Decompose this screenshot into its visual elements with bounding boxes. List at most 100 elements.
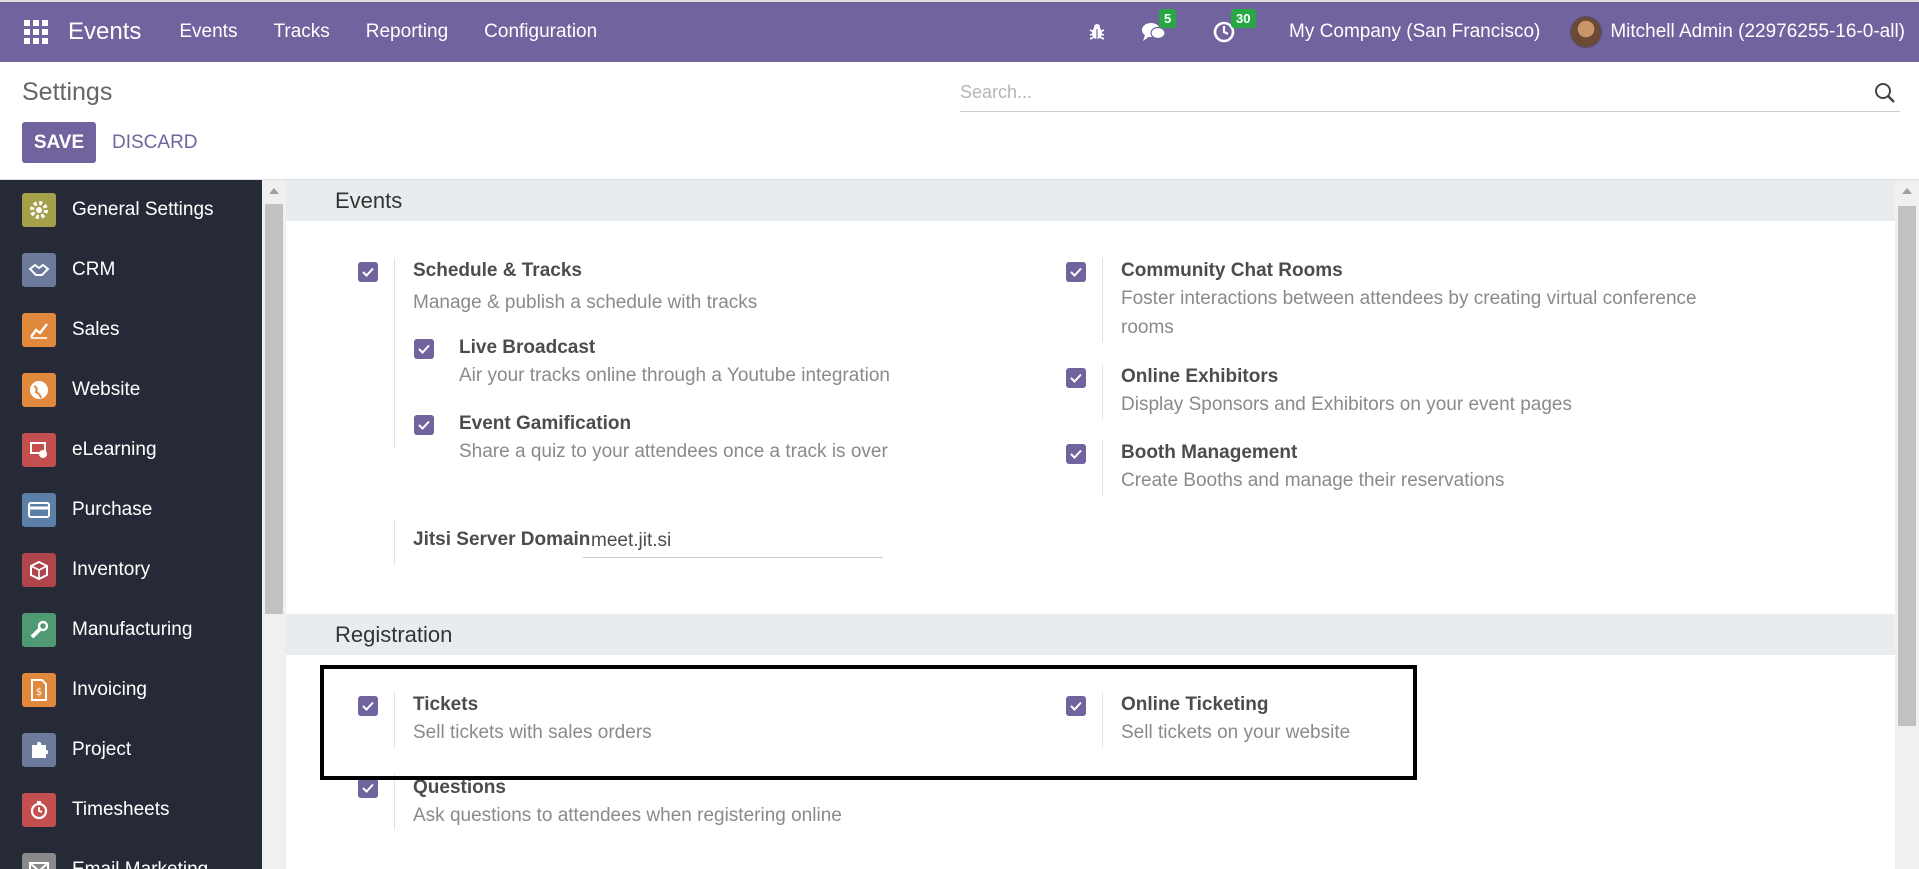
sidebar-item-label: Timesheets <box>72 799 170 820</box>
gear-icon <box>22 193 56 227</box>
sidebar-item-sales[interactable]: Sales <box>0 300 262 360</box>
content-scrollbar[interactable] <box>1895 180 1919 869</box>
highlight-box <box>320 665 1417 780</box>
elearning-icon <box>22 433 56 467</box>
search-bar <box>960 76 1900 112</box>
top-navbar: Events Events Tracks Reporting Configura… <box>0 0 1919 62</box>
messages-count-badge: 5 <box>1159 9 1177 28</box>
user-menu[interactable]: Mitchell Admin (22976255-16-0-all) <box>1570 16 1905 48</box>
scroll-up-arrow-icon[interactable] <box>269 188 279 194</box>
sidebar-item-project[interactable]: Project <box>0 720 262 780</box>
setting-description: Share a quiz to your attendees once a tr… <box>459 441 888 462</box>
sidebar-item-label: Email Marketing <box>72 859 208 869</box>
divider <box>1102 440 1103 496</box>
setting-description: Display Sponsors and Exhibitors on your … <box>1121 394 1572 415</box>
sidebar-item-label: Manufacturing <box>72 619 193 640</box>
sidebar-item-inventory[interactable]: Inventory <box>0 540 262 600</box>
avatar <box>1570 16 1603 48</box>
sidebar-item-timesheets[interactable]: Timesheets <box>0 780 262 840</box>
setting-title: Booth Management <box>1121 442 1298 463</box>
booth-management-setting: Booth Management Create Booths and manag… <box>1121 442 1504 495</box>
search-input[interactable] <box>960 76 1860 108</box>
online-exhibitors-setting: Online Exhibitors Display Sponsors and E… <box>1121 366 1572 419</box>
user-name: Mitchell Admin (22976255-16-0-all) <box>1610 21 1905 42</box>
sidebar-item-website[interactable]: Website <box>0 360 262 420</box>
community-chat-rooms-checkbox[interactable] <box>1066 262 1086 282</box>
control-panel: Settings SAVE DISCARD <box>0 62 1919 180</box>
menu-reporting[interactable]: Reporting <box>366 21 448 43</box>
event-gamification-setting: Event Gamification Share a quiz to your … <box>459 413 888 466</box>
jitsi-setting: Jitsi Server Domain <box>413 529 590 551</box>
puzzle-icon <box>22 733 56 767</box>
company-switcher[interactable]: My Company (San Francisco) <box>1289 21 1540 43</box>
setting-description: Create Booths and manage their reservati… <box>1121 470 1505 491</box>
menu-tracks[interactable]: Tracks <box>273 21 329 43</box>
timer-icon <box>22 793 56 827</box>
sidebar-item-general-settings[interactable]: General Settings <box>0 180 262 240</box>
schedule-tracks-checkbox[interactable] <box>358 262 378 282</box>
setting-title: Live Broadcast <box>459 337 596 358</box>
globe-icon <box>22 373 56 407</box>
divider <box>1102 258 1103 342</box>
setting-title: Event Gamification <box>459 413 632 434</box>
sidebar-item-invoicing[interactable]: $ Invoicing <box>0 660 262 720</box>
sidebar-item-label: General Settings <box>72 199 214 220</box>
sidebar-item-purchase[interactable]: Purchase <box>0 480 262 540</box>
schedule-tracks-setting: Schedule & Tracks Manage & publish a sch… <box>413 260 757 317</box>
menu-configuration[interactable]: Configuration <box>484 21 597 43</box>
sidebar-item-label: Project <box>72 739 132 760</box>
debug-bug-icon[interactable] <box>1087 22 1107 42</box>
setting-description: Ask questions to attendees when register… <box>413 805 842 826</box>
box-icon <box>22 553 56 587</box>
event-gamification-checkbox[interactable] <box>414 415 434 435</box>
sidebar-item-elearning[interactable]: eLearning <box>0 420 262 480</box>
save-button[interactable]: SAVE <box>22 122 96 163</box>
setting-title: Questions <box>413 777 506 798</box>
invoice-icon: $ <box>22 673 56 707</box>
setting-title: Online Exhibitors <box>1121 366 1279 387</box>
jitsi-server-domain-label: Jitsi Server Domain <box>413 529 591 550</box>
community-chat-rooms-setting: Community Chat Rooms Foster interactions… <box>1121 260 1741 342</box>
scroll-up-arrow-icon[interactable] <box>1902 188 1912 194</box>
live-broadcast-setting: Live Broadcast Air your tracks online th… <box>459 337 890 390</box>
section-header-registration: Registration <box>286 614 1895 655</box>
page-title: Settings <box>22 78 113 106</box>
questions-checkbox[interactable] <box>358 778 378 798</box>
sidebar-item-label: Inventory <box>72 559 151 580</box>
live-broadcast-checkbox[interactable] <box>414 339 434 359</box>
activities-clock-icon[interactable]: 30 <box>1213 9 1256 43</box>
booth-management-checkbox[interactable] <box>1066 444 1086 464</box>
chart-line-icon <box>22 313 56 347</box>
divider <box>1102 364 1103 420</box>
apps-menu-icon[interactable] <box>24 20 48 44</box>
handshake-icon <box>22 253 56 287</box>
setting-title: Community Chat Rooms <box>1121 260 1343 281</box>
sidebar-scroll-thumb[interactable] <box>265 204 283 614</box>
app-brand[interactable]: Events <box>68 18 141 46</box>
menu-events[interactable]: Events <box>179 21 237 43</box>
navbar-right: 5 30 My Company (San Francisco) Mitchell… <box>1075 2 1919 62</box>
search-icon[interactable] <box>1874 82 1896 109</box>
jitsi-server-domain-input[interactable] <box>583 525 883 558</box>
card-icon <box>22 493 56 527</box>
sidebar-item-label: Purchase <box>72 499 153 520</box>
sidebar-item-email-marketing[interactable]: Email Marketing <box>0 840 262 869</box>
email-icon <box>22 853 56 869</box>
divider <box>394 520 395 565</box>
setting-description: Foster interactions between attendees by… <box>1121 288 1697 338</box>
sidebar-item-label: Sales <box>72 319 120 340</box>
sidebar-item-label: CRM <box>72 259 116 280</box>
online-exhibitors-checkbox[interactable] <box>1066 368 1086 388</box>
messages-chat-icon[interactable]: 5 <box>1141 9 1177 43</box>
setting-title: Schedule & Tracks <box>413 260 582 281</box>
discard-button[interactable]: DISCARD <box>104 122 206 163</box>
sidebar-item-label: eLearning <box>72 439 157 460</box>
setting-description: Air your tracks online through a Youtube… <box>459 365 890 386</box>
sidebar-item-crm[interactable]: CRM <box>0 240 262 300</box>
sidebar-scrollbar[interactable] <box>262 180 286 869</box>
setting-description: Manage & publish a schedule with tracks <box>413 292 758 313</box>
sidebar-item-manufacturing[interactable]: Manufacturing <box>0 600 262 660</box>
sidebar-item-label: Invoicing <box>72 679 147 700</box>
sidebar-item-label: Website <box>72 379 141 400</box>
content-scroll-thumb[interactable] <box>1898 206 1916 726</box>
